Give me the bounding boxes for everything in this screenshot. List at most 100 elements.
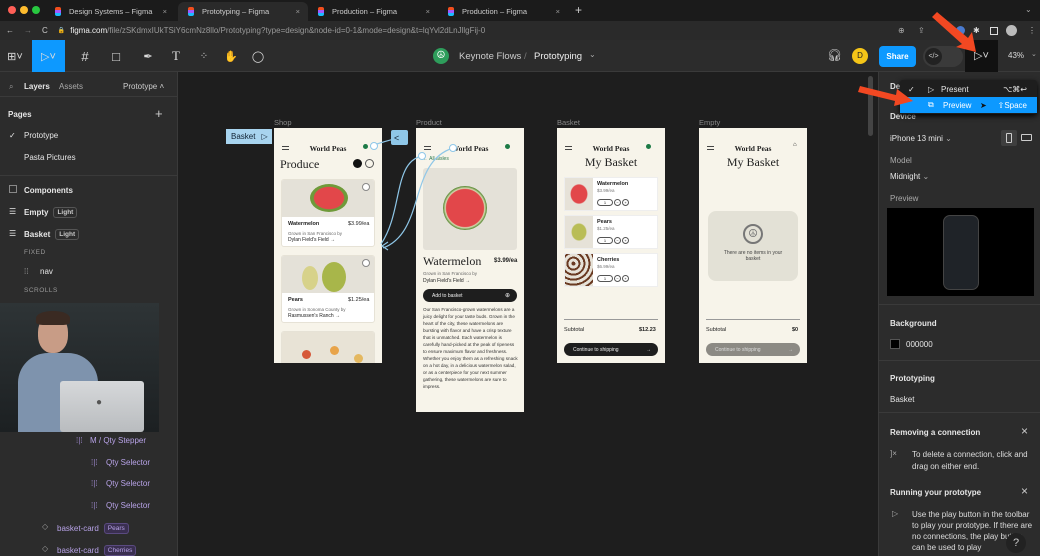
close-icon[interactable]: × — [556, 7, 560, 16]
shortcut: ⌥⌘↩ — [1003, 84, 1027, 94]
properties-panel: Device Device iPhone 13 mini ⌄ Model Mid… — [878, 72, 1040, 556]
page-selector[interactable]: Prototype ˄ — [123, 82, 164, 91]
move-tool-button[interactable]: ▷˅ — [32, 40, 65, 72]
maximize-window-button[interactable] — [32, 6, 40, 14]
fixed-section-label: FIXED — [24, 249, 46, 256]
preview-icon: ⧉ — [928, 100, 934, 109]
close-icon[interactable]: × — [1021, 424, 1028, 438]
tab-assets[interactable]: Assets — [59, 82, 83, 91]
background-hex-input[interactable]: 000000 — [906, 340, 933, 349]
layer-qty-stepper[interactable]: M / Qty Stepper — [90, 436, 146, 445]
dev-mode-toggle[interactable]: </> — [923, 46, 963, 67]
comment-tool-button[interactable]: ◯ — [248, 40, 268, 72]
resources-tool-button[interactable]: ⁘ — [194, 40, 214, 72]
file-name[interactable]: Prototyping — [534, 51, 582, 62]
puzzle-icon[interactable]: ✱ — [973, 26, 980, 35]
layer-components[interactable]: Components — [24, 186, 73, 195]
frame-icon: ⁞⁞ — [24, 267, 29, 276]
team-name[interactable]: Keynote Flows — [459, 51, 521, 62]
portrait-button[interactable] — [1001, 130, 1017, 146]
more-icon[interactable]: ⋮ — [1028, 26, 1036, 35]
device-select[interactable]: iPhone 13 mini ⌄ — [890, 134, 952, 143]
main-menu-button[interactable]: ⊞˅ — [0, 40, 30, 72]
search-icon[interactable]: ⌕ — [9, 82, 13, 92]
device-value: iPhone 13 mini — [890, 134, 943, 143]
profile-avatar[interactable] — [1006, 25, 1017, 36]
landscape-button[interactable] — [1021, 134, 1032, 141]
shape-tool-button[interactable]: □ — [104, 40, 128, 72]
layers-panel: ⌕ Layers Assets Prototype ˄ Pages + ✓ Pr… — [0, 72, 178, 556]
prototype-connections: < — [370, 130, 457, 251]
reload-icon[interactable]: C — [42, 26, 48, 35]
chevron-down-icon[interactable]: ⌄ — [1025, 5, 1032, 14]
tab-title: Prototyping – Figma — [202, 7, 270, 16]
new-tab-button[interactable]: + — [575, 3, 582, 17]
flow-item[interactable]: Basket — [890, 395, 914, 404]
url-field[interactable]: figma.com/file/zSKdmxIUkTSiY6cmNz8llo/Pr… — [70, 26, 485, 35]
layer-qty-selector[interactable]: Qty Selector — [106, 479, 150, 488]
tip-text: To delete a connection, click and drag o… — [912, 450, 1028, 471]
chevron-down-icon[interactable]: ⌄ — [589, 50, 596, 59]
layer-empty[interactable]: Empty Light — [24, 207, 78, 218]
layer-basket-card-pears[interactable]: basket-card Pears — [57, 523, 129, 534]
close-icon[interactable]: × — [1021, 484, 1028, 498]
preview-label: Preview — [890, 194, 919, 203]
variant-badge: Cherries — [103, 545, 137, 556]
layer-qty-selector[interactable]: Qty Selector — [106, 458, 150, 467]
browser-tab[interactable]: Production – Figma × — [438, 2, 568, 21]
connection-handle[interactable] — [449, 144, 457, 152]
page-item-pasta-pictures[interactable]: Pasta Pictures — [24, 153, 76, 162]
layer-qty-selector[interactable]: Qty Selector — [106, 501, 150, 510]
minimize-window-button[interactable] — [20, 6, 28, 14]
close-window-button[interactable] — [8, 6, 16, 14]
add-page-button[interactable]: + — [155, 106, 163, 121]
connection-handle[interactable] — [370, 142, 378, 150]
share-icon[interactable]: ⇪ — [918, 26, 925, 35]
instance-diamond-icon: ◇ — [42, 544, 49, 553]
browser-tab[interactable]: Production – Figma × — [308, 2, 438, 21]
close-icon[interactable]: × — [163, 7, 167, 16]
chevron-down-icon[interactable]: ⌄ — [1031, 50, 1037, 58]
tip-title: Removing a connection — [890, 428, 981, 437]
model-select[interactable]: Midnight ⌄ — [890, 172, 929, 181]
figma-toolbar: ⊞˅ ▷˅ # □ ✒ T ⁘ ✋ ◯ ☮ Keynote Flows / Pr… — [0, 40, 1040, 72]
layer-label: Empty — [24, 208, 49, 217]
text-tool-button[interactable]: T — [166, 40, 186, 72]
frame-tool-button[interactable]: # — [72, 40, 98, 72]
check-icon: ✓ — [9, 131, 16, 140]
headphones-icon[interactable]: 🎧︎ — [827, 48, 842, 62]
menu-item-present[interactable]: ✓ ▷ Present ⌥⌘↩ — [900, 81, 1037, 97]
back-icon[interactable]: ← — [6, 26, 14, 35]
close-icon[interactable]: × — [296, 7, 300, 16]
hand-tool-button[interactable]: ✋ — [220, 40, 242, 72]
help-button[interactable]: ? — [1006, 533, 1026, 553]
lock-icon: 🔒 — [57, 28, 66, 34]
cursor-icon: ➤ — [980, 100, 987, 110]
figma-icon — [55, 7, 61, 16]
layer-label: Basket — [24, 230, 51, 239]
extension-icon[interactable] — [956, 26, 965, 35]
forward-icon[interactable]: → — [24, 26, 32, 35]
browser-tab-active[interactable]: Prototyping – Figma × — [178, 2, 308, 21]
share-button[interactable]: Share — [879, 46, 916, 67]
layer-basket[interactable]: Basket Light — [24, 229, 80, 240]
avatar[interactable]: D — [852, 48, 868, 64]
menu-item-preview[interactable]: ⧉ Preview ➤ ⇧Space — [900, 97, 1037, 113]
connection-line[interactable] — [382, 147, 454, 249]
page-item-prototype[interactable]: Prototype — [24, 131, 58, 140]
tab-layers[interactable]: Layers — [24, 82, 50, 91]
scrolls-section-label: SCROLLS — [24, 287, 58, 294]
browser-tab[interactable]: Design Systems – Figma × — [45, 2, 175, 21]
zoom-level[interactable]: 43% — [1008, 51, 1024, 60]
zoom-icon[interactable]: ⊕ — [898, 26, 905, 35]
pages-heading: Pages — [8, 110, 32, 119]
sidepanel-icon[interactable] — [990, 26, 998, 35]
close-icon[interactable]: × — [426, 7, 430, 16]
layer-nav[interactable]: nav — [40, 267, 53, 276]
breadcrumb-separator: / — [524, 51, 527, 62]
present-button[interactable]: ▷˅ — [965, 40, 998, 72]
background-swatch[interactable] — [890, 339, 900, 349]
pen-tool-button[interactable]: ✒ — [136, 40, 160, 72]
layer-basket-card-cherries[interactable]: basket-card Cherries — [57, 545, 137, 556]
connection-handle[interactable] — [418, 152, 426, 160]
